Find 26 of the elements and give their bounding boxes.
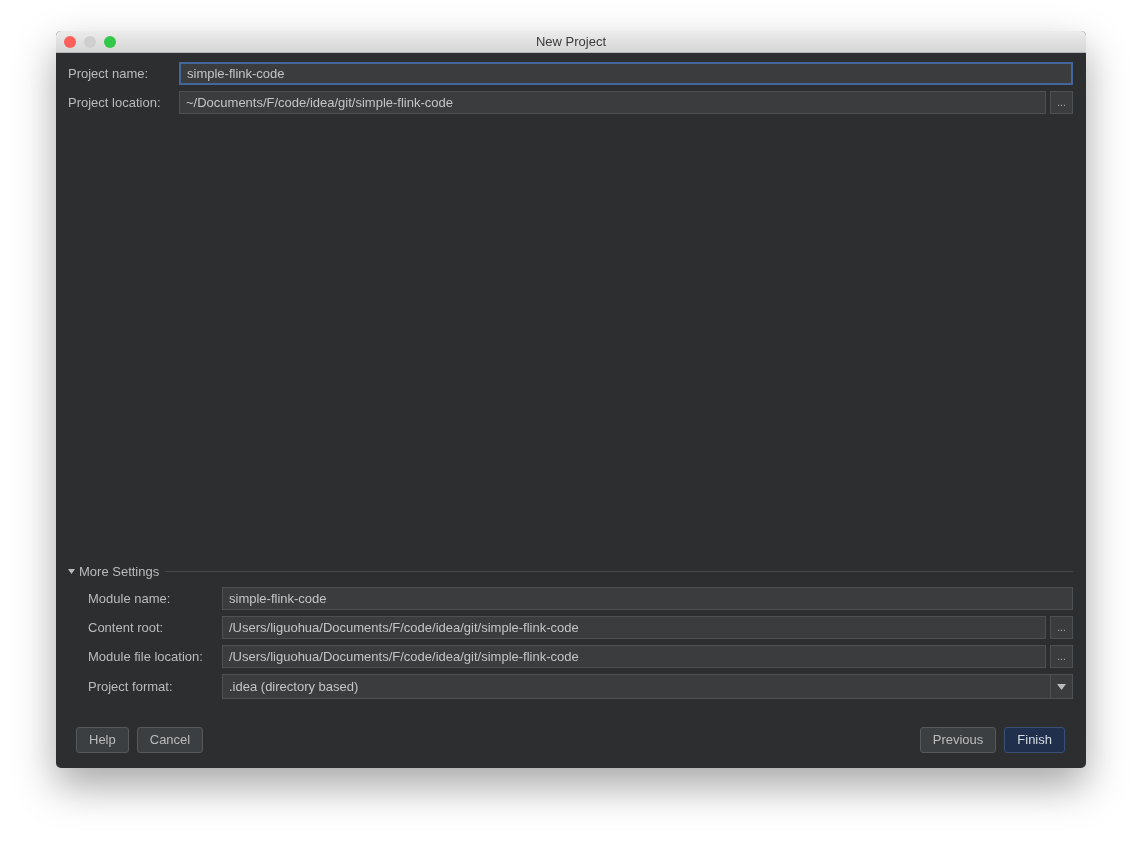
field-label: Project format:: [88, 677, 174, 696]
window-title: New Project: [535, 32, 607, 51]
caret-icon: [1057, 683, 1066, 690]
dialog-button[interactable]: Previous: [919, 727, 997, 753]
more-settings-toggle[interactable]: More Settings: [68, 561, 160, 581]
browse-button[interactable]: ...: [1050, 616, 1073, 639]
dialog-button[interactable]: Help: [76, 727, 129, 753]
dialog-button[interactable]: Finish: [1004, 727, 1065, 753]
input-field[interactable]: ~/Documents/F/code/idea/git/simple-flink-code: [179, 91, 1046, 114]
dialog-button[interactable]: Cancel: [136, 727, 204, 753]
input-field[interactable]: simple-flink-code: [222, 587, 1073, 610]
input-field[interactable]: simple-flink-code: [179, 62, 1073, 85]
field-label: Module file location:: [88, 647, 204, 666]
close-icon[interactable]: [64, 36, 76, 48]
minimize-icon[interactable]: [84, 36, 96, 48]
browse-button[interactable]: ...: [1050, 91, 1073, 114]
zoom-icon[interactable]: [104, 36, 116, 48]
field-label: Project location:: [68, 93, 162, 112]
browse-button[interactable]: ...: [1050, 645, 1073, 668]
input-field[interactable]: /Users/liguohua/Documents/F/code/idea/git/simple-flink-code: [222, 645, 1046, 668]
field-label: Project name:: [68, 64, 150, 83]
triangle-icon: [68, 568, 75, 574]
field-label: Module name:: [88, 589, 172, 608]
field-label: Content root:: [88, 618, 165, 637]
format-dropdown[interactable]: .idea (directory based): [222, 674, 1073, 699]
input-field[interactable]: /Users/liguohua/Documents/F/code/idea/git/simple-flink-code: [222, 616, 1046, 639]
